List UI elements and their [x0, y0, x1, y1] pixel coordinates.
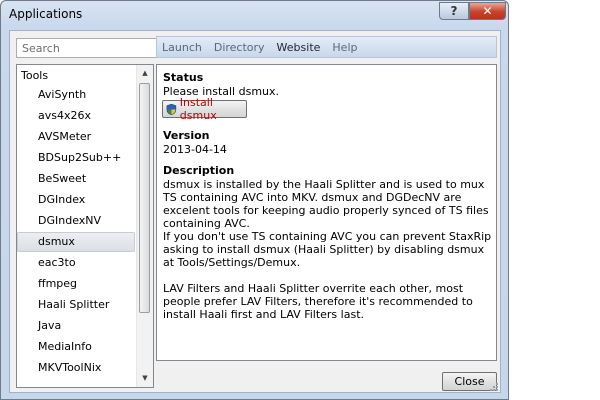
version-value: 2013-04-14	[163, 143, 227, 156]
tree-item-besweet[interactable]: BeSweet	[17, 169, 135, 189]
tree-item-avsmeter[interactable]: AVSMeter	[17, 127, 135, 147]
window-close-button[interactable]: ✕	[469, 2, 506, 20]
uac-shield-icon	[166, 103, 177, 115]
description-paragraph-3: LAV Filters and Haali Splitter overrite …	[163, 282, 473, 321]
tree-scrollbar[interactable]: ▲ ▼	[136, 65, 153, 387]
install-button-label: Install dsmux	[179, 96, 217, 122]
window-title: Applications	[9, 7, 83, 21]
scroll-up-arrow-icon[interactable]: ▲	[137, 65, 153, 81]
close-icon: ✕	[482, 4, 493, 18]
help-button[interactable]: ?	[439, 2, 469, 20]
menu-item-directory[interactable]: Directory	[214, 41, 265, 54]
tree-item-dsmux[interactable]: dsmux	[17, 232, 135, 252]
menu-item-launch[interactable]: Launch	[162, 41, 202, 54]
tree-item-haali-splitter[interactable]: Haali Splitter	[17, 295, 135, 315]
tree-item-avs4x26x[interactable]: avs4x26x	[17, 106, 135, 126]
tree-item-mediainfo[interactable]: MediaInfo	[17, 337, 135, 357]
description-paragraph-1: dsmux is installed by the Haali Splitter…	[163, 178, 489, 230]
resize-grip-icon[interactable]	[488, 381, 498, 391]
tree-item-dgindex[interactable]: DGIndex	[17, 190, 135, 210]
close-button-label: Close	[454, 375, 485, 388]
detail-panel: Status Please install dsmux. Install dsm…	[156, 64, 497, 361]
client-area: Launch Directory Website Help Tools AviS…	[9, 30, 501, 393]
version-heading: Version	[163, 129, 210, 142]
help-icon: ?	[450, 4, 458, 18]
tree-item-ffmpeg[interactable]: ffmpeg	[17, 274, 135, 294]
scrollbar-thumb[interactable]	[139, 83, 150, 313]
tree-item-mkvtoolnix[interactable]: MKVToolNix	[17, 358, 135, 378]
search-input[interactable]	[16, 38, 159, 58]
description-paragraph-2: If you don't use TS containing AVC you c…	[163, 230, 492, 269]
tree-root-tools[interactable]: Tools	[21, 69, 48, 82]
status-heading: Status	[163, 71, 204, 84]
tree-item-avisynth[interactable]: AviSynth	[17, 85, 135, 105]
install-dsmux-button[interactable]: Install dsmux	[162, 96, 247, 122]
tools-tree[interactable]: Tools AviSynth avs4x26x AVSMeter BDSup2S…	[16, 64, 154, 388]
tree-item-dgindexnv[interactable]: DGIndexNV	[17, 211, 135, 231]
menu-item-help[interactable]: Help	[332, 41, 357, 54]
scroll-down-arrow-icon[interactable]: ▼	[137, 370, 153, 386]
tree-item-bdsup2sub[interactable]: BDSup2Sub++	[17, 148, 135, 168]
menu-bar: Launch Directory Website Help	[156, 36, 497, 58]
tree-item-eac3to[interactable]: eac3to	[17, 253, 135, 273]
menu-item-website[interactable]: Website	[277, 41, 321, 54]
description-heading: Description	[163, 164, 235, 177]
title-bar[interactable]: Applications ? ✕	[1, 1, 508, 29]
tree-item-java[interactable]: Java	[17, 316, 135, 336]
applications-window: Applications ? ✕ Launch Directory Websit…	[0, 0, 509, 400]
